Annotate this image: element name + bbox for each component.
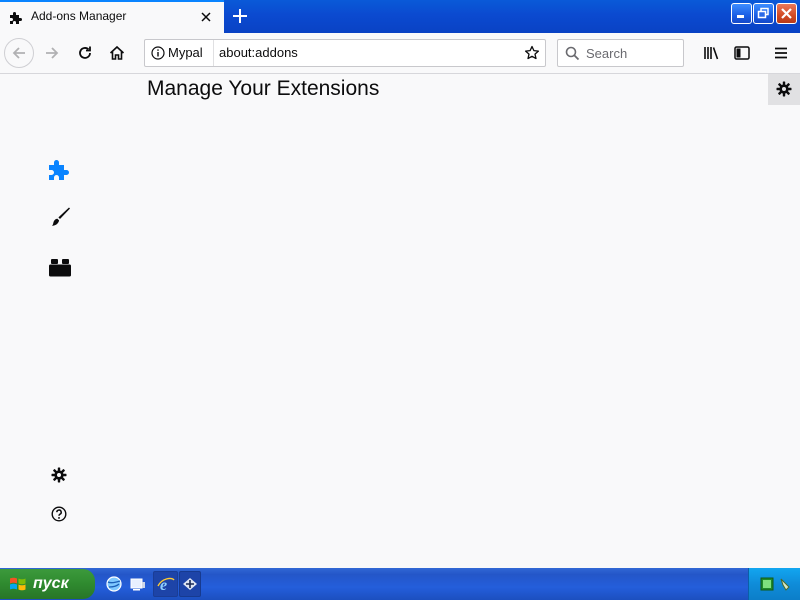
start-label: пуск [33, 575, 69, 592]
close-icon [781, 8, 792, 19]
back-arrow-icon [12, 47, 25, 59]
home-button[interactable] [103, 39, 131, 67]
url-text[interactable]: about:addons [219, 45, 298, 60]
identity-label: Mypal [168, 45, 203, 60]
sidebar-toggle-button[interactable] [728, 39, 756, 67]
close-window-button[interactable] [776, 3, 797, 24]
minimize-icon [737, 15, 744, 18]
forward-arrow-icon [46, 47, 59, 59]
mypal-icon [183, 578, 197, 590]
search-bar[interactable] [557, 39, 684, 67]
help-icon [51, 506, 67, 522]
system-tray [748, 568, 800, 600]
puzzle-icon [49, 160, 69, 180]
nav-toolbar: Mypal about:addons [0, 33, 800, 74]
gear-icon [51, 467, 67, 483]
restore-icon [757, 7, 769, 19]
back-button[interactable] [4, 38, 34, 68]
windows-logo-icon [10, 577, 26, 591]
sidebar-icon [734, 46, 750, 60]
minimize-button[interactable] [731, 3, 752, 24]
close-tab-icon[interactable] [198, 9, 214, 25]
identity-box[interactable]: Mypal [145, 40, 214, 66]
tab-strip: Add-ons Manager [0, 0, 800, 33]
start-button[interactable]: пуск [0, 569, 95, 599]
ie-icon: e [157, 577, 175, 594]
gear-icon [776, 81, 792, 97]
show-desktop-icon[interactable] [128, 574, 148, 594]
addons-content: Manage Your Extensions [0, 74, 800, 568]
addons-options-button[interactable] [48, 464, 70, 486]
info-icon [151, 46, 165, 60]
menu-button[interactable] [767, 39, 795, 67]
home-icon [109, 45, 125, 60]
reload-icon [79, 46, 91, 59]
restore-button[interactable] [753, 3, 774, 24]
safely-remove-tray-icon[interactable] [778, 577, 792, 591]
browser-quicklaunch-icon[interactable] [104, 574, 124, 594]
category-extensions[interactable] [44, 154, 76, 186]
url-bar[interactable]: Mypal about:addons [144, 39, 546, 67]
puzzle-icon [10, 12, 22, 24]
page-title: Manage Your Extensions [147, 77, 380, 100]
taskbar: пуск e [0, 568, 800, 600]
forward-button[interactable] [38, 39, 66, 67]
hamburger-menu-icon [775, 47, 787, 59]
tab-addons-manager[interactable]: Add-ons Manager [0, 0, 224, 33]
tools-button[interactable] [768, 74, 800, 105]
search-input[interactable] [586, 44, 678, 62]
plugin-icon [49, 259, 71, 277]
library-icon [704, 47, 719, 60]
category-plugins[interactable] [44, 251, 76, 283]
reload-button[interactable] [71, 39, 99, 67]
ie-quicklaunch-button[interactable]: e [153, 571, 178, 597]
taskbar-browser-window[interactable] [179, 571, 201, 597]
network-tray-icon[interactable] [760, 577, 774, 591]
library-button[interactable] [697, 39, 725, 67]
category-themes[interactable] [44, 201, 76, 233]
brush-icon [52, 207, 70, 226]
tab-title: Add-ons Manager [31, 9, 127, 23]
bookmark-star-icon[interactable] [524, 45, 540, 61]
search-icon [565, 46, 580, 61]
new-tab-icon[interactable] [231, 7, 249, 25]
addons-help-button[interactable] [48, 503, 70, 525]
